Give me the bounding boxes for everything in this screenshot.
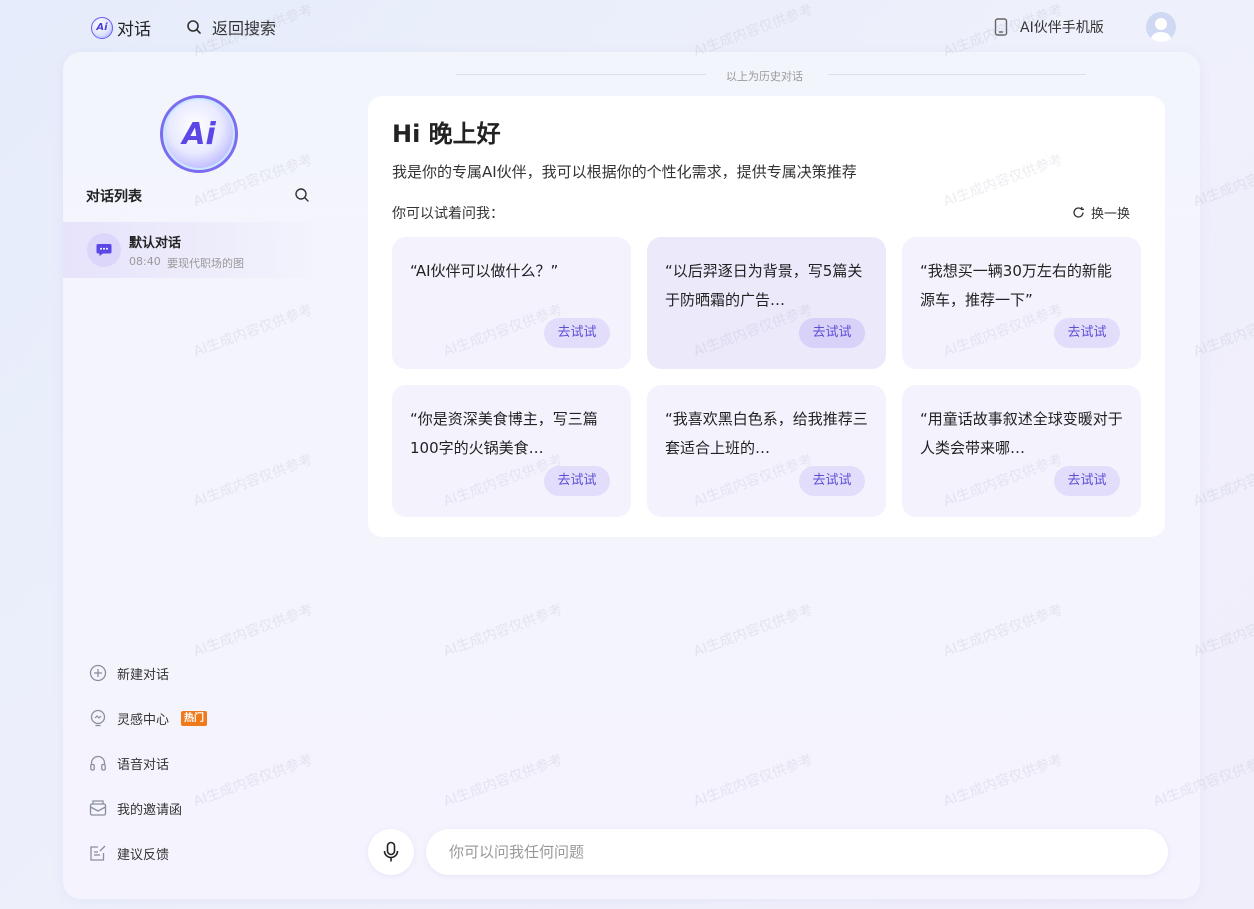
prompt-card[interactable]: “以后羿逐日为背景，写5篇关于防晒霜的广告… 去试试 <box>647 237 886 369</box>
try-button[interactable]: 去试试 <box>1054 466 1120 496</box>
brand-logo-icon: Ai <box>91 16 113 39</box>
try-button[interactable]: 去试试 <box>544 318 610 348</box>
mobile-version-link[interactable]: AI伙伴手机版 <box>994 17 1104 37</box>
top-bar: Ai 对话 返回搜索 AI伙伴手机版 <box>0 0 1254 52</box>
ai-logo-text: Ai <box>182 116 216 152</box>
phone-icon <box>994 18 1008 36</box>
prompt-card[interactable]: “你是资深美食博主，写三篇100字的火锅美食… 去试试 <box>392 385 631 517</box>
brand[interactable]: Ai 对话 <box>91 15 151 40</box>
prompt-card[interactable]: “用童话故事叙述全球变暖对于人类会带来哪… 去试试 <box>902 385 1141 517</box>
prompt-text: “我喜欢黑白色系，给我推荐三套适合上班的… <box>665 410 868 457</box>
envelope-icon <box>89 800 107 816</box>
conversation-time: 08:40 <box>129 255 161 268</box>
conversation-preview: 要现代职场的图 <box>167 257 244 270</box>
menu-new-conversation[interactable]: 新建对话 <box>89 661 309 685</box>
brand-title: 对话 <box>117 20 151 40</box>
chat-bubble-icon <box>87 233 121 267</box>
try-button[interactable]: 去试试 <box>799 318 865 348</box>
main-panel: Ai 对话列表 默认对话 08:40 要现代职场的图 新建对话 灵感中心 热门 … <box>63 52 1200 899</box>
prompt-text: “我想买一辆30万左右的新能源车，推荐一下” <box>920 262 1112 309</box>
history-divider: 以上为历史对话 <box>456 68 1086 83</box>
user-icon <box>1151 18 1171 42</box>
ai-logo: Ai <box>160 95 238 173</box>
conversation-item[interactable]: 默认对话 08:40 要现代职场的图 <box>63 222 328 278</box>
divider-line <box>828 74 1086 75</box>
menu-label: 灵感中心 <box>117 712 170 728</box>
plus-circle-icon <box>89 664 107 682</box>
prompt-card[interactable]: “我想买一辆30万左右的新能源车，推荐一下” 去试试 <box>902 237 1141 369</box>
ask-label: 你可以试着问我： <box>392 206 504 222</box>
menu-feedback[interactable]: 建议反馈 <box>89 841 309 865</box>
question-input[interactable] <box>426 829 1168 875</box>
greeting-card: Hi 晚上好 我是你的专属AI伙伴，我可以根据你的个性化需求，提供专属决策推荐 … <box>368 96 1165 537</box>
divider-line <box>456 74 706 75</box>
sidebar: Ai 对话列表 默认对话 08:40 要现代职场的图 新建对话 灵感中心 热门 … <box>63 52 328 899</box>
microphone-icon <box>383 841 399 862</box>
search-icon <box>295 188 309 202</box>
greeting-title: Hi 晚上好 <box>392 120 501 148</box>
prompt-text: “以后羿逐日为背景，写5篇关于防晒霜的广告… <box>665 262 863 309</box>
prompt-text: “你是资深美食博主，写三篇100字的火锅美食… <box>410 410 598 457</box>
headphones-icon <box>90 755 106 771</box>
menu-inspiration-center[interactable]: 灵感中心 热门 <box>89 706 309 730</box>
lightbulb-icon <box>90 709 106 727</box>
feedback-icon <box>90 845 106 861</box>
refresh-button[interactable]: 换一换 <box>1072 203 1130 222</box>
menu-my-invitation[interactable]: 我的邀请函 <box>89 796 309 820</box>
menu-label: 建议反馈 <box>117 847 170 863</box>
back-search-label: 返回搜索 <box>212 19 277 38</box>
prompt-card[interactable]: “AI伙伴可以做什么？” 去试试 <box>392 237 631 369</box>
mobile-version-label: AI伙伴手机版 <box>1020 20 1104 36</box>
menu-label: 语音对话 <box>117 757 170 773</box>
prompt-text: “AI伙伴可以做什么？” <box>410 262 559 280</box>
try-button[interactable]: 去试试 <box>799 466 865 496</box>
avatar[interactable] <box>1146 12 1176 42</box>
history-divider-label: 以上为历史对话 <box>726 70 803 83</box>
conversation-title: 默认对话 <box>129 236 182 251</box>
menu-voice-conversation[interactable]: 语音对话 <box>89 751 309 775</box>
refresh-icon <box>1073 206 1085 218</box>
prompt-card[interactable]: “我喜欢黑白色系，给我推荐三套适合上班的… 去试试 <box>647 385 886 517</box>
back-to-search-button[interactable]: 返回搜索 <box>186 15 276 39</box>
conversation-list-title: 对话列表 <box>86 189 142 205</box>
try-button[interactable]: 去试试 <box>1054 318 1120 348</box>
menu-label: 我的邀请函 <box>117 802 183 818</box>
microphone-button[interactable] <box>368 829 414 875</box>
prompt-text: “用童话故事叙述全球变暖对于人类会带来哪… <box>920 410 1123 457</box>
try-button[interactable]: 去试试 <box>544 466 610 496</box>
intro-text: 我是你的专属AI伙伴，我可以根据你的个性化需求，提供专属决策推荐 <box>392 163 857 181</box>
hot-badge: 热门 <box>181 710 208 726</box>
search-icon <box>187 20 201 34</box>
menu-label: 新建对话 <box>117 667 170 683</box>
conversation-search-button[interactable] <box>294 187 310 207</box>
refresh-label: 换一换 <box>1091 207 1131 222</box>
